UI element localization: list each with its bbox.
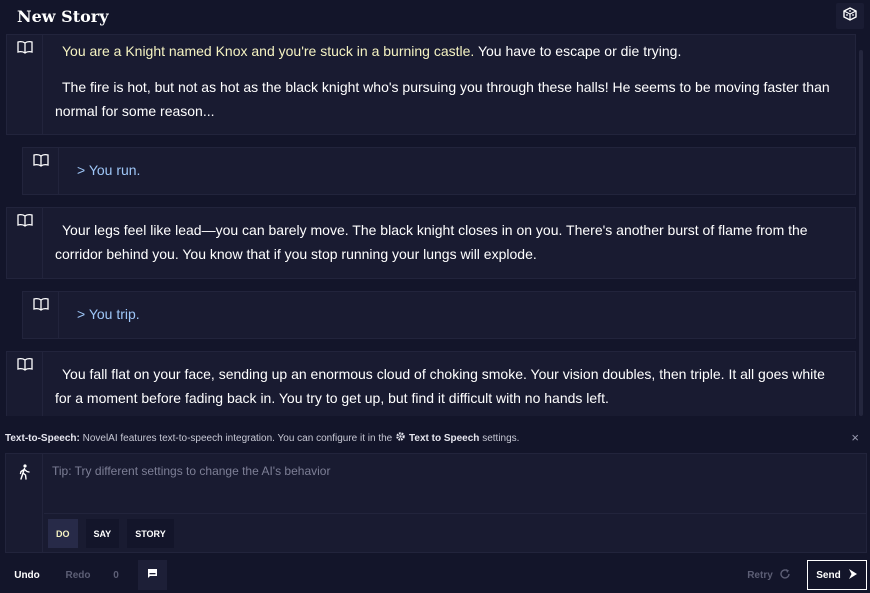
tts-message: NovelAI features text-to-speech integrat… — [79, 432, 396, 444]
story-block-intro[interactable]: You are a Knight named Knox and you're s… — [6, 34, 856, 135]
dice-icon — [843, 6, 857, 26]
block-gutter[interactable] — [7, 208, 43, 278]
book-icon — [16, 40, 33, 134]
page-title: New Story — [17, 6, 109, 26]
close-icon[interactable]: × — [851, 430, 859, 445]
book-icon — [32, 297, 49, 338]
block-text[interactable]: You are a Knight named Knox and you're s… — [43, 35, 855, 134]
tts-label: Text-to-Speech: — [5, 432, 80, 444]
redo-count: 0 — [113, 569, 119, 581]
tts-suffix: settings. — [479, 432, 520, 444]
send-label: Send — [816, 569, 841, 581]
gear-icon — [395, 431, 406, 445]
refresh-icon — [779, 568, 791, 583]
intro-paragraph-2: The fire is hot, but not as hot as the b… — [55, 79, 830, 119]
mode-selector: DO SAY STORY — [48, 519, 174, 548]
story-block-action[interactable]: > You trip. — [22, 291, 856, 339]
response-paragraph: Your legs feel like lead—you can barely … — [55, 222, 808, 262]
story-area[interactable]: You are a Knight named Knox and you're s… — [0, 34, 858, 416]
block-gutter[interactable] — [7, 352, 43, 416]
mode-say-button[interactable]: SAY — [85, 519, 120, 548]
send-button[interactable]: Send — [807, 560, 867, 590]
story-block-action[interactable]: > You run. — [22, 147, 856, 195]
book-icon — [32, 153, 49, 194]
retry-button[interactable]: Retry — [738, 560, 800, 590]
comment-icon — [147, 568, 158, 582]
chevron-right-icon — [848, 568, 858, 583]
undo-button[interactable]: Undo — [5, 560, 49, 590]
book-icon — [16, 213, 33, 278]
block-gutter[interactable] — [23, 292, 59, 338]
comment-button[interactable] — [138, 560, 167, 590]
prompt-highlight: You are a Knight named Knox and you're s… — [62, 43, 475, 59]
story-block-response[interactable]: Your legs feel like lead—you can barely … — [6, 207, 856, 279]
block-gutter[interactable] — [23, 148, 59, 194]
prompt-rest: You have to escape or die trying. — [474, 43, 682, 59]
book-icon — [16, 357, 33, 416]
walking-person-icon — [17, 464, 31, 552]
mode-story-button[interactable]: STORY — [127, 519, 174, 548]
action-input[interactable]: Tip: Try different settings to change th… — [44, 454, 866, 514]
tts-settings-link[interactable]: Text to Speech — [409, 433, 479, 444]
action-text[interactable]: > You run. — [59, 148, 855, 194]
story-block-response[interactable]: You fall flat on your face, sending up a… — [6, 351, 856, 416]
block-gutter[interactable] — [7, 35, 43, 134]
response-paragraph: You fall flat on your face, sending up a… — [55, 366, 825, 406]
header: New Story — [0, 0, 870, 32]
retry-label: Retry — [747, 569, 773, 581]
redo-button[interactable]: Redo — [57, 560, 99, 590]
input-mode-indicator[interactable] — [6, 454, 43, 552]
block-text[interactable]: Your legs feel like lead—you can barely … — [43, 208, 855, 278]
block-text[interactable]: You fall flat on your face, sending up a… — [43, 352, 855, 416]
dice-button[interactable] — [836, 3, 864, 29]
tts-notice: Text-to-Speech: NovelAI features text-to… — [0, 428, 870, 448]
intro-paragraph: You are a Knight named Knox and you're s… — [55, 39, 841, 63]
bottom-controls: Undo Redo 0 Retry Send — [0, 558, 870, 593]
action-text[interactable]: > You trip. — [59, 292, 855, 338]
mode-do-button[interactable]: DO — [48, 519, 78, 548]
input-panel: Tip: Try different settings to change th… — [5, 453, 867, 553]
story-scrollbar[interactable] — [859, 50, 863, 416]
